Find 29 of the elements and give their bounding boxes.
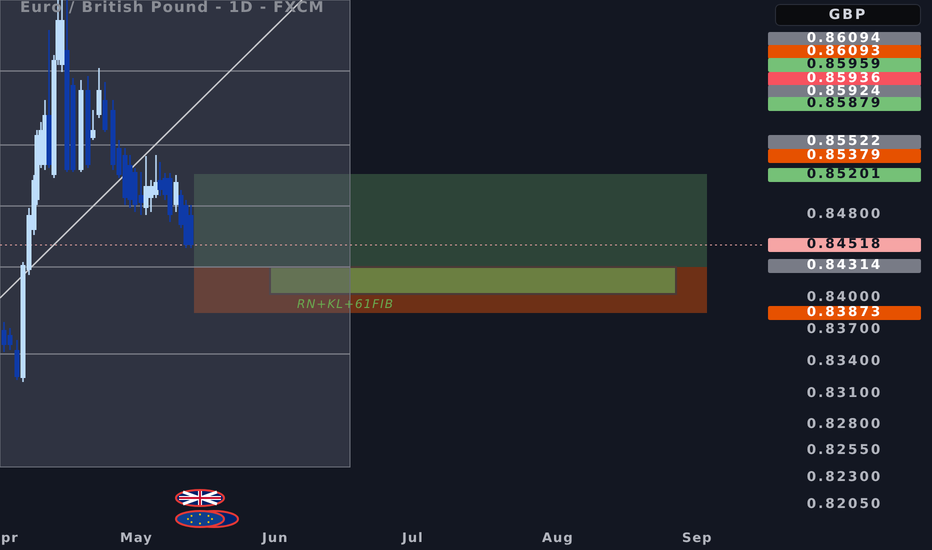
price-tag: 0.85936 — [768, 72, 921, 86]
time-axis-label: May — [120, 531, 153, 546]
price-tag: 0.85959 — [768, 58, 921, 72]
time-axis-label: pr — [1, 531, 19, 546]
price-tag: 0.84314 — [768, 259, 921, 273]
price-tag: 0.84518 — [768, 238, 921, 252]
price-tag: 0.85879 — [768, 97, 921, 111]
time-axis-label: Sep — [682, 531, 712, 546]
eu-flag-icon — [175, 509, 241, 529]
price-tag: 0.85379 — [768, 149, 921, 163]
time-axis-label: Jul — [402, 531, 424, 546]
price-tag: 0.83873 — [768, 306, 921, 320]
price-tick: 0.83700 — [806, 323, 884, 337]
time-axis-label: Aug — [542, 531, 574, 546]
price-tick: 0.82550 — [806, 444, 884, 458]
currency-button[interactable]: GBP — [775, 4, 921, 26]
price-tag: 0.85522 — [768, 135, 921, 149]
price-tag: 0.86093 — [768, 45, 921, 59]
uk-flag-icon — [175, 489, 225, 507]
price-tick: 0.83400 — [806, 355, 884, 369]
price-tick: 0.84000 — [806, 291, 884, 305]
price-tick: 0.82050 — [806, 498, 884, 512]
price-tick: 0.82300 — [806, 471, 884, 485]
price-tag: 0.85201 — [768, 168, 921, 182]
price-tick: 0.83100 — [806, 387, 884, 401]
price-tick: 0.84800 — [806, 208, 884, 222]
price-tag: 0.86094 — [768, 32, 921, 46]
time-axis-label: Jun — [262, 531, 288, 546]
price-tick: 0.82800 — [806, 418, 884, 432]
